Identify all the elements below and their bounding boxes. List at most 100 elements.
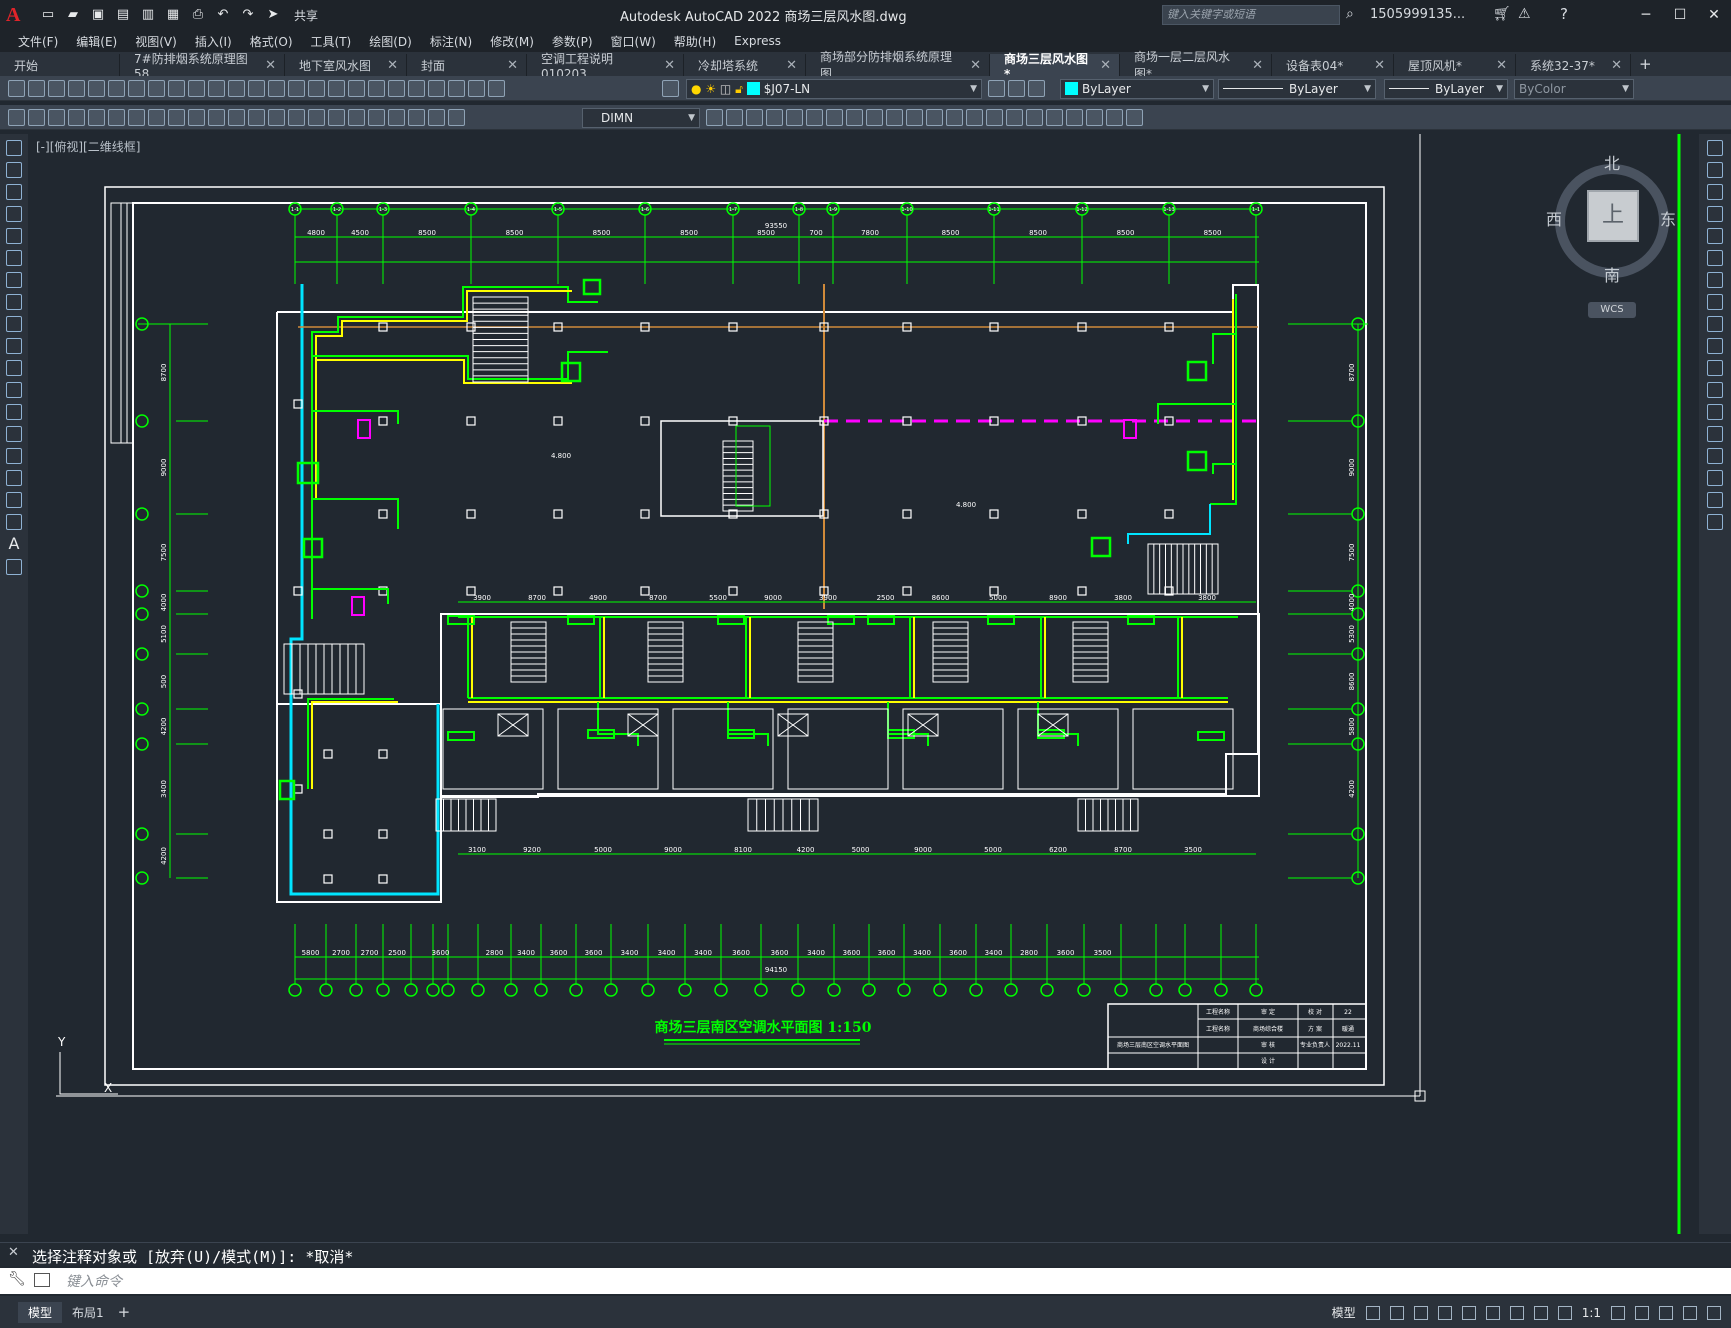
redo-icon[interactable] (268, 80, 285, 97)
compass-east[interactable]: 东 (1660, 206, 1676, 230)
command-line[interactable]: 🔧︎ 键入命令 (0, 1268, 1731, 1294)
diameter-icon[interactable] (188, 109, 205, 126)
close-icon[interactable]: ✕ (664, 58, 675, 73)
menu-modify[interactable]: 修改(M) (481, 33, 543, 50)
spline-icon[interactable] (6, 316, 22, 332)
3d-print-icon[interactable] (128, 80, 145, 97)
table-icon[interactable] (6, 514, 22, 530)
jogged-icon[interactable] (168, 109, 185, 126)
arc-icon[interactable] (6, 250, 22, 266)
cart-icon[interactable]: 🛒︎ (1493, 6, 1511, 22)
add-layout-icon[interactable]: + (118, 1303, 131, 1321)
help-icon[interactable] (488, 80, 505, 97)
redo-icon[interactable]: ↷ (240, 7, 256, 23)
tab-file[interactable]: 商场一层二层风水图* ✕ (1120, 50, 1272, 81)
zoom-previous-icon[interactable] (348, 80, 365, 97)
new-icon[interactable] (8, 80, 25, 97)
menu-draw[interactable]: 绘图(D) (360, 33, 421, 50)
close-icon[interactable]: ✕ (1374, 58, 1385, 73)
polygon-icon[interactable] (6, 206, 22, 222)
angular-icon[interactable] (208, 109, 225, 126)
stretch-icon[interactable] (1707, 316, 1723, 332)
zoom-window-icon[interactable] (328, 80, 345, 97)
color-dropdown[interactable]: ByLayer ▼ (1060, 79, 1214, 99)
extend-icon[interactable] (1707, 360, 1723, 376)
circle-icon[interactable] (6, 272, 22, 288)
search-icon[interactable]: ⌕ (1346, 6, 1354, 22)
model-space-button[interactable]: 模型 (1332, 1304, 1356, 1321)
menu-help[interactable]: 帮助(H) (665, 33, 725, 50)
layer-previous-icon[interactable] (1008, 80, 1025, 97)
rotate-icon[interactable] (1707, 272, 1723, 288)
viewport-controls[interactable]: [-][俯视][二维线框] (36, 138, 140, 155)
menu-format[interactable]: 格式(O) (241, 33, 302, 50)
xref-icon[interactable] (1086, 109, 1103, 126)
open-file-icon[interactable]: ▰ (65, 7, 81, 23)
sheet-set-icon[interactable] (428, 80, 445, 97)
help-icon[interactable]: ? (1560, 5, 1568, 23)
fullscreen-icon[interactable] (1683, 1305, 1697, 1320)
menu-file[interactable]: 文件(F) (0, 33, 67, 50)
restore-icon[interactable]: ☐ (1663, 0, 1697, 30)
viewcube[interactable]: 上 北 南 东 西 (1542, 150, 1682, 290)
ellipse-arc-icon[interactable] (6, 360, 22, 376)
open-web-icon[interactable]: ▥ (140, 7, 156, 23)
tab-file[interactable]: 冷却塔系统 ✕ (684, 54, 806, 76)
line-icon[interactable] (6, 140, 22, 156)
chamfer-icon[interactable] (1707, 448, 1723, 464)
plotstyle-dropdown[interactable]: ByColor ▼ (1514, 79, 1634, 99)
paste-icon[interactable] (188, 80, 205, 97)
menu-express[interactable]: Express (725, 34, 790, 48)
dimstyle-dropdown[interactable]: DIMN ▼ (582, 108, 700, 128)
explode-icon[interactable] (1707, 514, 1723, 530)
menu-insert[interactable]: 插入(I) (186, 33, 241, 50)
copy-obj-icon[interactable] (726, 109, 743, 126)
compass-south[interactable]: 南 (1604, 262, 1620, 286)
stretch-icon[interactable] (866, 109, 883, 126)
scale-icon[interactable] (846, 109, 863, 126)
lineweight-dropdown[interactable]: ByLayer ▼ (1384, 79, 1508, 99)
share-icon[interactable]: ➤ (265, 7, 281, 23)
continue-icon[interactable] (268, 109, 285, 126)
dim-text-edit-icon[interactable] (428, 109, 445, 126)
gradient-icon[interactable] (6, 470, 22, 486)
autodesk-a360-icon[interactable]: ⚠︎ (1518, 6, 1531, 22)
annotation-visibility-icon[interactable] (1533, 1305, 1548, 1320)
properties-icon[interactable] (368, 80, 385, 97)
calculator-icon[interactable] (468, 80, 485, 97)
make-block-icon[interactable] (6, 404, 22, 420)
isodraft-icon[interactable] (1461, 1305, 1476, 1320)
insert-block-icon[interactable] (6, 382, 22, 398)
wcs-menu[interactable]: WCS (1588, 302, 1636, 318)
snap-icon[interactable] (1389, 1305, 1404, 1320)
join-icon[interactable] (1707, 426, 1723, 442)
close-icon[interactable]: ✕ (1496, 58, 1507, 73)
copy-icon[interactable] (168, 80, 185, 97)
construction-line-icon[interactable] (6, 162, 22, 178)
menu-tools[interactable]: 工具(T) (302, 33, 361, 50)
share-button[interactable]: 共享 (294, 7, 318, 24)
arc-length-icon[interactable] (108, 109, 125, 126)
aligned-dim-icon[interactable] (88, 109, 105, 126)
break-at-point-icon[interactable] (1707, 382, 1723, 398)
close-icon[interactable]: ✕ (1100, 58, 1111, 73)
close-icon[interactable]: ✕ (1252, 58, 1263, 73)
tab-file[interactable]: 空调工程说明010203 ✕ (527, 52, 684, 81)
ellipse-icon[interactable] (6, 338, 22, 354)
explode-icon[interactable] (1006, 109, 1023, 126)
publish-icon[interactable] (108, 80, 125, 97)
erase-icon[interactable] (1026, 109, 1043, 126)
plot-icon[interactable] (68, 80, 85, 97)
save-as-icon[interactable]: ▤ (115, 7, 131, 23)
ortho-icon[interactable] (1413, 1305, 1428, 1320)
scale-icon[interactable] (1707, 294, 1723, 310)
point-icon[interactable] (6, 426, 22, 442)
close-icon[interactable]: ✕ (1697, 0, 1731, 30)
jogged-linear-icon[interactable] (388, 109, 405, 126)
undo-icon[interactable]: ↶ (215, 7, 231, 23)
new-file-icon[interactable]: ▭ (40, 7, 56, 23)
annotation-scale[interactable]: 1:1 (1582, 1306, 1601, 1320)
blend-icon[interactable] (1707, 492, 1723, 508)
tab-file[interactable]: 设备表04* ✕ (1272, 54, 1394, 76)
menu-view[interactable]: 视图(V) (126, 33, 186, 50)
